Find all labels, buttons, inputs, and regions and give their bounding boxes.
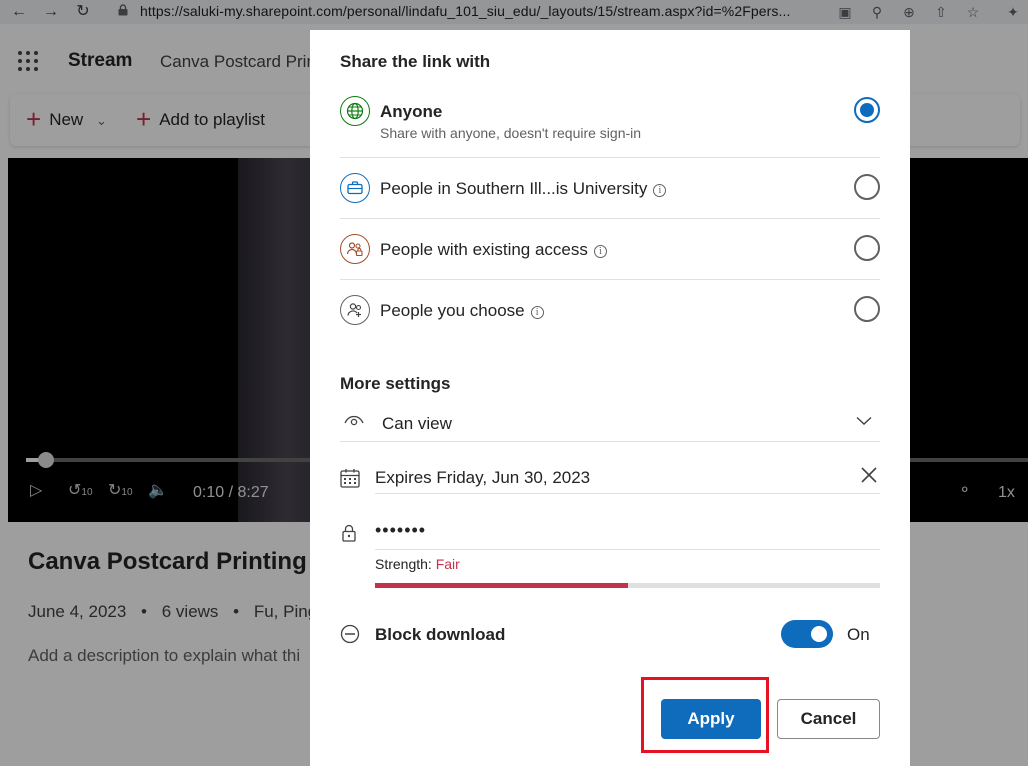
dialog-title: Share the link with [340,52,491,71]
password-input[interactable]: ••••••• [375,516,880,550]
expiration-date-field[interactable]: Expires Friday, Jun 30, 2023 [375,462,880,494]
option-label: People you choose i [380,301,544,321]
briefcase-icon [340,173,370,203]
expiration-text: Expires Friday, Jun 30, 2023 [375,468,591,487]
divider [340,279,880,280]
block-download-row: Block download On [340,620,880,650]
option-label: Anyone [380,102,443,121]
permission-value: Can view [382,414,452,433]
radio-anyone[interactable] [854,97,880,123]
option-label: People in Southern Ill...is University i [380,179,667,199]
info-icon[interactable]: i [593,245,607,258]
globe-icon [340,96,370,126]
eye-icon [344,415,364,426]
block-download-toggle[interactable] [781,620,833,648]
option-label: People with existing access i [380,240,607,260]
password-strength: Strength: Fair [375,556,460,572]
block-icon [340,624,360,644]
calendar-icon [340,469,360,488]
clear-icon[interactable] [858,464,880,486]
option-specific-people[interactable]: People you choose i [340,295,880,327]
chevron-down-icon [856,416,872,425]
share-link-settings-dialog: Share the link with Anyone Share with an… [310,30,910,766]
radio-specific-people[interactable] [854,296,880,322]
option-organization[interactable]: People in Southern Ill...is University i [340,173,880,205]
people-add-icon [340,295,370,325]
option-existing-access[interactable]: People with existing access i [340,234,880,266]
lock-icon [342,524,356,542]
password-strength-meter [375,583,880,588]
option-description: Share with anyone, doesn't require sign-… [380,125,642,141]
people-lock-icon [340,234,370,264]
password-row: ••••••• [340,516,880,550]
highlight-box [641,677,769,753]
divider [340,218,880,219]
more-settings-heading: More settings [340,374,451,393]
cancel-button[interactable]: Cancel [777,699,880,739]
strength-fill [375,583,628,588]
info-icon[interactable]: i [653,184,667,197]
info-icon[interactable]: i [530,306,544,319]
divider [340,157,880,158]
permission-dropdown[interactable]: Can view [340,408,880,442]
block-download-label: Block download [375,625,506,644]
option-anyone[interactable]: Anyone Share with anyone, doesn't requir… [340,96,880,156]
toggle-state-label: On [847,625,870,644]
radio-organization[interactable] [854,174,880,200]
expiration-row: Expires Friday, Jun 30, 2023 [340,462,880,494]
password-value: ••••••• [375,520,427,540]
radio-existing-access[interactable] [854,235,880,261]
